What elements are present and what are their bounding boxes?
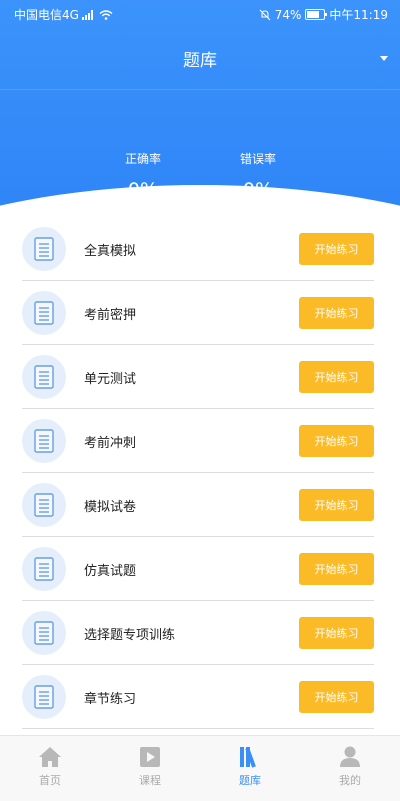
wrong-rate-stat: 错误率 0% [208,150,308,201]
document-icon [22,227,66,271]
header-background [0,0,400,230]
bottom-nav: 首页 课程 题库 我的 [0,735,400,801]
start-practice-button[interactable]: 开始练习 [299,233,374,265]
list-item-label: 考前冲刺 [84,436,137,451]
list-item[interactable]: 选择题专项训练 开始练习 [22,601,374,665]
page-title: 题库 [183,51,217,71]
status-bar: 中国电信4G 74% 中午11:19 [0,0,400,28]
document-icon [22,675,66,719]
document-icon [22,355,66,399]
list-item[interactable]: 章节练习 开始练习 [22,665,374,729]
list-item[interactable]: 模拟试卷 开始练习 [22,473,374,537]
wrong-rate-value: 0% [242,179,274,201]
books-icon [240,747,256,768]
document-icon [22,547,66,591]
start-practice-button[interactable]: 开始练习 [299,297,374,329]
start-practice-button[interactable]: 开始练习 [299,361,374,393]
nav-home[interactable]: 首页 [0,736,100,801]
nav-question-bank[interactable]: 题库 [200,736,300,801]
start-practice-button[interactable]: 开始练习 [299,617,374,649]
nav-question-bank-label: 题库 [239,774,261,787]
list-item[interactable]: 全真模拟 开始练习 [22,217,374,281]
status-right: 74% 中午11:19 [259,6,388,23]
wrong-rate-label: 错误率 [239,152,276,166]
nav-course-label: 课程 [139,774,161,787]
document-icon [22,419,66,463]
play-video-icon [140,747,160,767]
user-icon [340,746,360,767]
nav-mine-label: 我的 [339,774,361,787]
nav-mine[interactable]: 我的 [300,736,400,801]
dropdown-icon[interactable] [380,56,388,61]
list-item-label: 仿真试题 [84,564,137,579]
correct-rate-value: 0% [127,179,159,201]
start-practice-button[interactable]: 开始练习 [299,425,374,457]
battery-percent: 74% [274,7,302,22]
battery-icon [305,9,328,20]
signal-icon [81,9,93,20]
document-icon [22,483,66,527]
list-item-label: 考前密押 [84,308,137,323]
list-item-label: 模拟试卷 [84,500,137,515]
practice-list: 全真模拟 开始练习 考前密押 开始练习 单元测试 开始练习 考前冲刺 开始练习 … [0,217,400,729]
document-icon [22,291,66,335]
mute-icon [259,9,271,20]
list-item[interactable]: 考前密押 开始练习 [22,281,374,345]
nav-course[interactable]: 课程 [100,736,200,801]
start-practice-button[interactable]: 开始练习 [299,489,374,521]
carrier-text: 中国电信4G [14,8,79,22]
status-left: 中国电信4G [14,6,113,23]
list-item-label: 选择题专项训练 [84,628,176,643]
header-divider [0,89,400,90]
nav-home-label: 首页 [39,774,61,787]
start-practice-button[interactable]: 开始练习 [299,553,374,585]
correct-rate-stat: 正确率 0% [93,150,193,201]
list-item-label: 单元测试 [84,372,137,387]
wifi-icon [99,9,113,20]
list-item-label: 章节练习 [84,692,137,707]
home-icon [39,747,61,767]
clock: 中午11:19 [329,8,388,22]
start-practice-button[interactable]: 开始练习 [299,681,374,713]
list-item-label: 全真模拟 [84,244,137,259]
list-item[interactable]: 考前冲刺 开始练习 [22,409,374,473]
list-item[interactable]: 仿真试题 开始练习 [22,537,374,601]
document-icon [22,611,66,655]
list-item[interactable]: 单元测试 开始练习 [22,345,374,409]
correct-rate-label: 正确率 [124,152,161,166]
